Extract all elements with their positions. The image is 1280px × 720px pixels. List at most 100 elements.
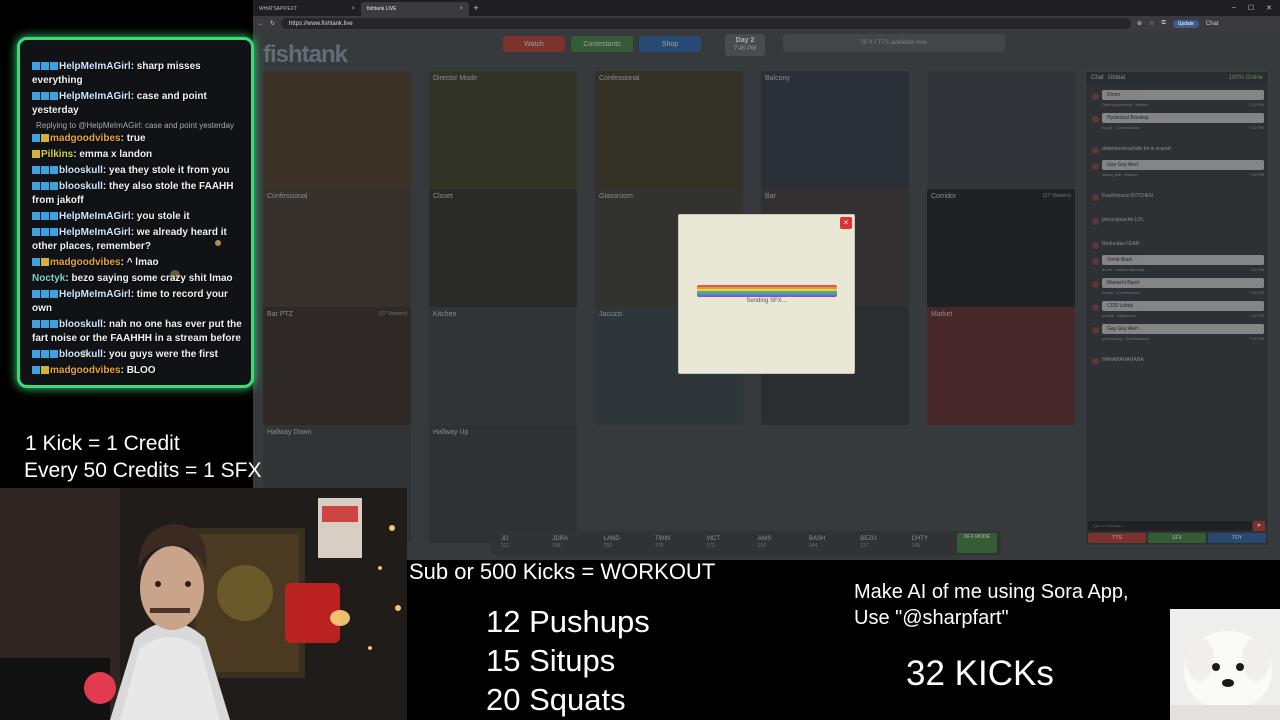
chat-badge-icon — [50, 166, 58, 174]
stream-chat-line: blooskull: nah no one has ever put the f… — [20, 318, 251, 348]
reload-icon[interactable]: ↻ — [270, 20, 275, 27]
chat-badge-icon — [32, 290, 40, 298]
stream-chat-user: madgoodvibes — [50, 257, 121, 268]
stream-chat-user: Noctyk — [32, 273, 66, 284]
chat-badge-icon — [50, 62, 58, 70]
stream-chat-line: madgoodvibes: true — [20, 132, 251, 148]
stream-chat-line: blooskull: they also stole the FAAHH fro… — [20, 180, 251, 210]
stream-chat-user: blooskull — [59, 181, 103, 192]
chat-badge-icon — [50, 320, 58, 328]
sora-text-line1: Make AI of me using Sora App, — [854, 581, 1129, 603]
stream-chat-box: HelpMeImAGirl: sharp misses everything He… — [17, 37, 254, 388]
star-icon[interactable]: ☆ — [1149, 20, 1154, 27]
close-tab-icon[interactable]: × — [351, 6, 355, 12]
close-window-icon[interactable]: ✕ — [1266, 4, 1272, 12]
stream-chat-user: Pilkins — [41, 149, 74, 160]
stream-chat-text: you guys were the first — [109, 349, 218, 360]
window-controls: – ☐ ✕ — [1232, 4, 1280, 12]
maximize-icon[interactable]: ☐ — [1248, 4, 1254, 12]
chat-badge-icon — [41, 134, 49, 142]
stream-chat-user: HelpMeImAGirl — [59, 91, 131, 102]
stream-chat-user: madgoodvibes — [50, 133, 121, 144]
pushups-text: 12 Pushups — [486, 604, 650, 639]
stream-chat-text: you stole it — [136, 211, 190, 222]
stream-chat-text: emma x landon — [79, 149, 153, 160]
stream-chat-user: blooskull — [59, 319, 103, 330]
stream-chat-user: HelpMeImAGirl — [59, 227, 131, 238]
chat-badge-icon — [32, 62, 40, 70]
stream-chat-messages: HelpMeImAGirl: sharp misses everything He… — [20, 40, 251, 380]
stream-canvas: WHATSAPP.EXT × fishtank LIVE × + – ☐ ✕ ←… — [0, 0, 1280, 720]
stream-chat-text: yea they stole it from you — [109, 165, 230, 176]
zoom-icon[interactable]: ⊕ — [1137, 20, 1142, 27]
tab-fishtank[interactable]: fishtank LIVE × — [361, 2, 469, 16]
situps-text: 15 Situps — [486, 643, 616, 678]
chat-badge-icon — [41, 182, 49, 190]
tab-whatsapp[interactable]: WHATSAPP.EXT × — [253, 2, 361, 16]
dog-photo — [1170, 609, 1280, 720]
chat-badge-icon — [41, 212, 49, 220]
profile-button[interactable]: Chat — [1206, 21, 1219, 27]
chat-badge-icon — [32, 150, 40, 158]
sfx-modal: × Sending SFX... — [678, 214, 855, 374]
chat-badge-icon — [32, 366, 40, 374]
chat-badge-icon — [32, 258, 40, 266]
stream-chat-line: blooskull: you guys were the first — [20, 348, 251, 364]
chat-badge-icon — [32, 228, 40, 236]
stream-chat-line: Pilkins: emma x landon — [20, 148, 251, 164]
sfx-progress-bar — [697, 285, 837, 297]
chat-badge-icon — [32, 320, 40, 328]
back-icon[interactable]: ← — [258, 21, 264, 27]
browser-window: WHATSAPP.EXT × fishtank LIVE × + – ☐ ✕ ←… — [253, 0, 1280, 560]
stream-chat-line: HelpMeImAGirl: we already heard it other… — [20, 226, 251, 256]
chat-badge-icon — [41, 92, 49, 100]
chat-badge-icon — [32, 350, 40, 358]
stream-chat-line: Noctyk: bezo saying some crazy shit lmao — [20, 272, 251, 288]
chat-badge-icon — [41, 366, 49, 374]
stream-chat-user: HelpMeImAGirl — [59, 61, 131, 72]
chat-badge-icon — [41, 320, 49, 328]
address-bar: ← ↻ https://www.fishtank.live ⊕ ☆ ⧉ Upda… — [253, 16, 1280, 31]
chat-badge-icon — [50, 290, 58, 298]
minimize-icon[interactable]: – — [1232, 4, 1236, 12]
chat-badge-icon — [50, 350, 58, 358]
chat-badge-icon — [41, 62, 49, 70]
stream-chat-user: madgoodvibes — [50, 365, 121, 376]
chat-badge-icon — [50, 182, 58, 190]
stream-chat-line: blooskull: yea they stole it from you — [20, 164, 251, 180]
chat-badge-icon — [32, 166, 40, 174]
stream-chat-line: HelpMeImAGirl: time to record your own — [20, 288, 251, 318]
modal-close-button[interactable]: × — [840, 217, 852, 229]
stream-chat-line: HelpMeImAGirl: you stole it — [20, 210, 251, 226]
chat-badge-icon — [32, 92, 40, 100]
modal-status-text: Sending SFX... — [746, 298, 787, 304]
new-tab-icon[interactable]: + — [469, 3, 483, 13]
chat-badge-icon — [41, 228, 49, 236]
stream-chat-line: HelpMeImAGirl: sharp misses everything — [20, 60, 251, 90]
url-field[interactable]: https://www.fishtank.live — [281, 18, 1132, 29]
chat-badge-icon — [41, 350, 49, 358]
extensions-icon[interactable]: ⧉ — [1161, 20, 1165, 27]
workout-title: Sub or 500 Kicks = WORKOUT — [409, 559, 716, 584]
stream-chat-line: madgoodvibes: ^ lmao — [20, 256, 251, 272]
stream-chat-text: ^ lmao — [126, 257, 159, 268]
update-button[interactable]: Update — [1172, 19, 1199, 28]
stream-chat-text: bezo saying some crazy shit lmao — [71, 273, 233, 284]
dog-image — [1170, 609, 1280, 720]
close-tab-icon[interactable]: × — [459, 6, 463, 12]
stream-chat-text: BLOO — [126, 365, 156, 376]
squats-text: 20 Squats — [486, 682, 626, 717]
credits-sfx-text: Every 50 Credits = 1 SFX — [24, 459, 262, 482]
chat-badge-icon — [32, 182, 40, 190]
sora-text-line2: Use "@sharpfart" — [854, 607, 1009, 629]
webcam-feed — [0, 488, 407, 720]
tab-label: WHATSAPP.EXT — [259, 6, 298, 12]
chat-badge-icon — [50, 92, 58, 100]
tab-bar: WHATSAPP.EXT × fishtank LIVE × + – ☐ ✕ — [253, 0, 1280, 16]
stream-chat-user: blooskull — [59, 349, 103, 360]
kicks-counter: 32 KICKs — [906, 654, 1054, 693]
kick-credit-text: 1 Kick = 1 Credit — [25, 432, 180, 455]
stream-chat-text: true — [126, 133, 146, 144]
reply-context: Replying to @HelpMeImAGirl: case and poi… — [36, 121, 234, 130]
chat-badge-icon — [41, 166, 49, 174]
